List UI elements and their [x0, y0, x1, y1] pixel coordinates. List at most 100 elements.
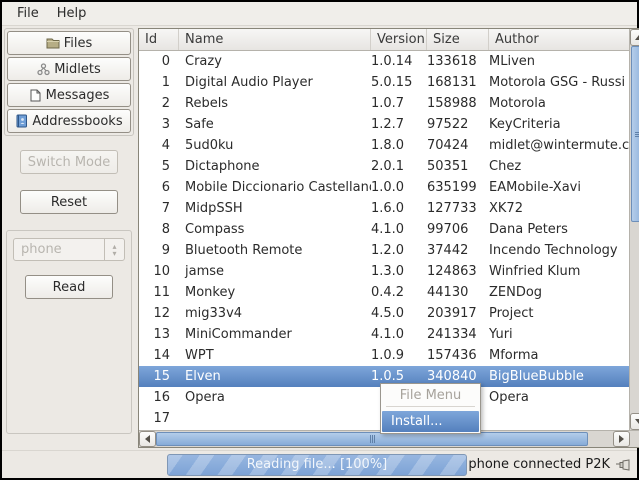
cell-size: 203917 — [427, 306, 477, 321]
cell-version: 1.2.7 — [371, 117, 405, 132]
table-row[interactable]: 12 mig33v4 4.5.0 203917 Project — [139, 303, 630, 324]
cell-name: Crazy — [185, 54, 222, 69]
cell-author: MLiven — [489, 54, 536, 69]
cell-id: 6 — [161, 180, 170, 195]
cell-size: 133618 — [427, 54, 477, 69]
cell-author: BigBlueBubble — [489, 369, 584, 384]
cell-version: 1.0.0 — [371, 180, 405, 195]
cell-author: Dana Peters — [489, 222, 568, 237]
chevron-down-icon — [634, 419, 639, 424]
cell-author: midlet@wintermute.c — [489, 138, 630, 153]
sidebar-item-messages-label: Messages — [45, 87, 110, 103]
cell-name: Monkey — [185, 285, 236, 300]
cell-name: jamse — [185, 264, 225, 279]
table-row[interactable]: 14 WPT 1.0.9 157436 Mforma — [139, 345, 630, 366]
table-row[interactable]: 9 Bluetooth Remote 1.2.0 37442 Incendo Techn… — [139, 240, 630, 261]
cell-name: Elven — [185, 369, 221, 384]
menu-help[interactable]: Help — [48, 3, 96, 24]
reset-button[interactable]: Reset — [20, 190, 118, 214]
table-row[interactable]: 7 MidpSSH 1.6.0 127733 XK72 — [139, 198, 630, 219]
cell-id: 3 — [161, 117, 170, 132]
cell-name: Safe — [185, 117, 214, 132]
cell-size: 37442 — [427, 243, 469, 258]
scroll-left-button[interactable] — [139, 431, 156, 447]
cell-name: MidpSSH — [185, 201, 243, 216]
connection-status: phone connected P2K — [467, 457, 637, 472]
connector-plug-icon — [615, 458, 631, 471]
statusbar: Reading file... [100%] phone connected P… — [2, 450, 637, 478]
cell-id: 9 — [161, 243, 170, 258]
cell-name: 5ud0ku — [185, 138, 234, 153]
cell-name: MiniCommander — [185, 327, 292, 342]
column-header-id[interactable]: Id — [139, 29, 179, 50]
cell-size: 50351 — [427, 159, 469, 174]
sidebar-item-addressbooks[interactable]: Addressbooks — [7, 109, 131, 133]
table-body: 0 Crazy 1.0.14 133618 MLiven 1 Digital Audio P… — [139, 51, 630, 430]
vertical-scrollbar-thumb[interactable] — [631, 46, 639, 222]
menu-file[interactable]: File — [8, 3, 48, 24]
read-button[interactable]: Read — [25, 275, 113, 299]
sidebar-nav-frame: Files Midlets Messages Addressbooks — [4, 28, 134, 136]
sidebar-item-messages[interactable]: Messages — [7, 83, 131, 107]
cell-version: 4.5.0 — [371, 306, 405, 321]
cell-id: 12 — [153, 306, 170, 321]
cell-size: 127733 — [427, 201, 477, 216]
cell-size: 168131 — [427, 75, 477, 90]
scroll-down-button[interactable] — [630, 413, 639, 430]
table-row[interactable]: 0 Crazy 1.0.14 133618 MLiven — [139, 51, 630, 72]
menu-separator — [386, 406, 475, 407]
cell-size: 241334 — [427, 327, 477, 342]
cell-name: mig33v4 — [185, 306, 243, 321]
cell-size: 44130 — [427, 285, 469, 300]
table-row[interactable]: 6 Mobile Diccionario Castellano 1.0.0 63519… — [139, 177, 630, 198]
cell-author: Yuri — [489, 327, 513, 342]
cell-version: 1.0.5 — [371, 369, 405, 384]
horizontal-scrollbar-thumb[interactable] — [156, 432, 588, 446]
table-header: Id Name Version Size Author — [139, 29, 630, 51]
vertical-scrollbar[interactable] — [629, 29, 639, 430]
cell-author: Motorola GSG - Russi — [489, 75, 626, 90]
scroll-up-button[interactable] — [630, 29, 639, 46]
context-menu-title: File Menu — [399, 388, 462, 403]
cell-id: 5 — [161, 159, 170, 174]
cell-author: EAMobile-Xavi — [489, 180, 581, 195]
column-header-author[interactable]: Author — [489, 29, 629, 50]
table-row[interactable]: 13 MiniCommander 4.1.0 241334 Yuri — [139, 324, 630, 345]
table-row[interactable]: 3 Safe 1.2.7 97522 KeyCriteria — [139, 114, 630, 135]
table-row[interactable]: 8 Compass 4.1.0 99706 Dana Peters — [139, 219, 630, 240]
switch-mode-button: Switch Mode — [20, 150, 118, 174]
scroll-right-button[interactable] — [613, 431, 631, 447]
cell-id: 11 — [153, 285, 170, 300]
table-row[interactable]: 11 Monkey 0.4.2 44130 ZENDog — [139, 282, 630, 303]
column-header-name[interactable]: Name — [179, 29, 371, 50]
cell-author: Mforma — [489, 348, 539, 363]
phone-select[interactable]: phone ▴ ▾ — [13, 238, 125, 261]
cell-author: Project — [489, 306, 534, 321]
cell-version: 4.1.0 — [371, 222, 405, 237]
progress-bar: Reading file... [100%] — [167, 453, 467, 476]
cell-version: 1.3.0 — [371, 264, 405, 279]
column-header-size[interactable]: Size — [427, 29, 489, 50]
column-header-version[interactable]: Version — [371, 29, 427, 50]
sidebar-item-midlets[interactable]: Midlets — [7, 57, 131, 81]
table-row[interactable]: 1 Digital Audio Player 5.0.15 168131 Motorol… — [139, 72, 630, 93]
table-row[interactable]: 2 Rebels 1.0.7 158988 Motorola — [139, 93, 630, 114]
cell-version: 0.4.2 — [371, 285, 405, 300]
sidebar-item-files[interactable]: Files — [7, 31, 131, 55]
cell-size: 97522 — [427, 117, 469, 132]
cell-id: 15 — [153, 369, 170, 384]
context-menu: File Menu Install... — [380, 383, 481, 434]
cell-id: 7 — [161, 201, 170, 216]
chevron-right-icon — [619, 435, 625, 443]
cell-author: Opera — [489, 390, 529, 405]
folder-icon — [46, 37, 60, 49]
addressbook-icon — [15, 114, 28, 128]
cell-author: KeyCriteria — [489, 117, 561, 132]
menu-item-install[interactable]: Install... — [382, 411, 479, 432]
cell-version: 4.1.0 — [371, 327, 405, 342]
midlet-icon — [37, 62, 50, 76]
table-row[interactable]: 5 Dictaphone 2.0.1 50351 Chez — [139, 156, 630, 177]
table-row[interactable]: 10 jamse 1.3.0 124863 Winfried Klum — [139, 261, 630, 282]
cell-author: Winfried Klum — [489, 264, 581, 279]
table-row[interactable]: 4 5ud0ku 1.8.0 70424 midlet@wintermute.c — [139, 135, 630, 156]
